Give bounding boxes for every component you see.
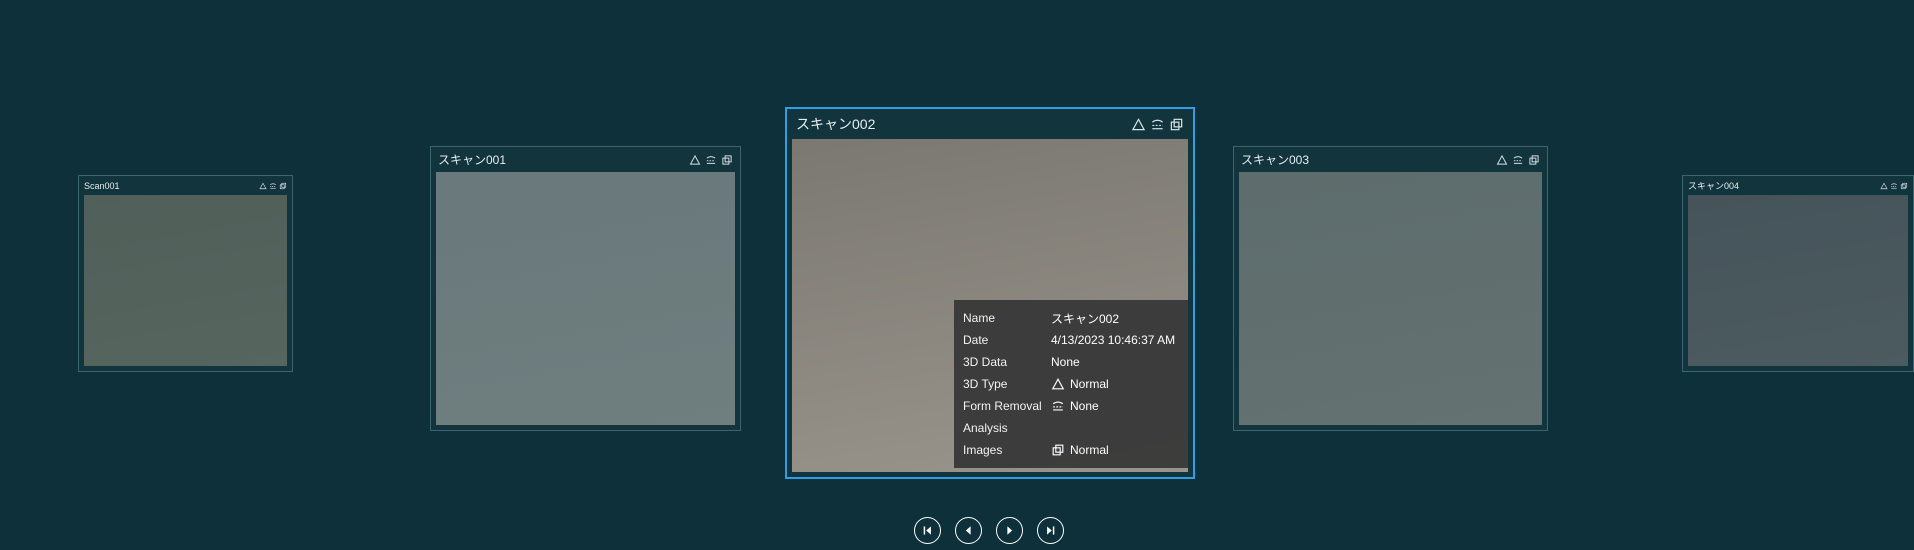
scan-card-scan003-jp[interactable]: スキャン003 xyxy=(1233,146,1548,431)
card-header: スキャン001 xyxy=(431,147,740,172)
info-label: Images xyxy=(963,443,1003,457)
info-row-analysis: Analysis xyxy=(963,417,1179,439)
info-label: Date xyxy=(963,333,989,347)
scan-card-scan002-jp-selected[interactable]: スキャン002 Name スキャン002 Date 4/13/2023 10:4… xyxy=(785,107,1195,479)
info-label: Analysis xyxy=(963,421,1008,435)
scan-thumbnail[interactable] xyxy=(84,195,287,366)
card-header: スキャン003 xyxy=(1234,147,1547,172)
form-removal-icon xyxy=(1513,155,1523,164)
card-title: Scan001 xyxy=(84,180,120,191)
info-value: Normal xyxy=(1070,443,1109,457)
scan-card-scan001-jp[interactable]: スキャン001 xyxy=(430,146,741,431)
previous-icon xyxy=(965,526,971,535)
next-button[interactable] xyxy=(996,517,1023,544)
images-icon xyxy=(1900,182,1908,189)
card-status-icons xyxy=(1131,117,1184,132)
info-row-images: Images Normal xyxy=(963,439,1179,461)
info-label: Name xyxy=(963,311,996,325)
3d-type-triangle-icon xyxy=(1051,377,1065,390)
info-label: 3D Data xyxy=(963,355,1008,369)
info-row-name: Name スキャン002 xyxy=(963,307,1179,329)
card-header: スキャン004 xyxy=(1683,176,1913,195)
first-button[interactable] xyxy=(914,517,941,544)
3d-type-triangle-icon xyxy=(1131,117,1146,130)
3d-type-triangle-icon xyxy=(689,154,701,165)
form-removal-icon xyxy=(1891,182,1897,189)
3d-type-triangle-icon xyxy=(1496,154,1508,165)
card-status-icons xyxy=(689,154,733,166)
scan-thumbnail[interactable] xyxy=(436,172,735,425)
card-title: スキャン003 xyxy=(1241,153,1310,167)
skip-to-last-icon xyxy=(1047,526,1055,535)
3d-type-triangle-icon xyxy=(1880,182,1888,189)
images-icon xyxy=(1052,444,1064,456)
images-icon xyxy=(1170,118,1183,130)
info-value: 4/13/2023 10:46:37 AM xyxy=(1051,333,1176,347)
scan-card-scan001[interactable]: Scan001 xyxy=(78,175,293,372)
info-value: Normal xyxy=(1070,377,1109,391)
form-removal-icon xyxy=(270,182,276,189)
form-removal-icon xyxy=(1151,119,1164,129)
info-row-3d-type: 3D Type Normal xyxy=(963,373,1179,395)
card-header: Scan001 xyxy=(79,176,292,195)
scan-card-scan004-jp[interactable]: スキャン004 xyxy=(1682,175,1914,372)
previous-button[interactable] xyxy=(955,517,982,544)
3d-type-triangle-icon xyxy=(259,182,267,189)
card-status-icons xyxy=(1496,154,1540,166)
info-row-date: Date 4/13/2023 10:46:37 AM xyxy=(963,329,1179,351)
images-icon xyxy=(279,182,287,189)
card-title: スキャン002 xyxy=(796,116,876,132)
scan-thumbnail[interactable] xyxy=(1239,172,1542,425)
card-title: スキャン001 xyxy=(438,153,507,167)
form-removal-icon xyxy=(1052,401,1064,411)
info-row-3d-data: 3D Data None xyxy=(963,351,1179,373)
images-icon xyxy=(1529,154,1539,165)
scan-carousel-screen: Scan001 スキャン001 スキャン002 Name スキャン002 Dat… xyxy=(0,0,1914,550)
info-label: Form Removal xyxy=(963,399,1042,413)
card-status-icons xyxy=(1880,182,1908,190)
form-removal-icon xyxy=(706,155,716,164)
info-value: None xyxy=(1051,355,1080,369)
card-header: スキャン002 xyxy=(787,109,1193,139)
info-label: 3D Type xyxy=(963,377,1008,391)
info-value: None xyxy=(1070,399,1099,413)
info-row-form-removal: Form Removal None xyxy=(963,395,1179,417)
last-button[interactable] xyxy=(1037,517,1064,544)
scan-info-panel: Name スキャン002 Date 4/13/2023 10:46:37 AM … xyxy=(954,300,1188,468)
info-value: スキャン002 xyxy=(1051,311,1120,326)
next-icon xyxy=(1007,526,1013,535)
scan-thumbnail[interactable] xyxy=(1688,195,1908,366)
skip-to-first-icon xyxy=(923,526,931,535)
card-status-icons xyxy=(259,182,287,190)
carousel-navigation xyxy=(914,517,1064,544)
images-icon xyxy=(722,154,732,165)
card-title: スキャン004 xyxy=(1688,181,1740,191)
